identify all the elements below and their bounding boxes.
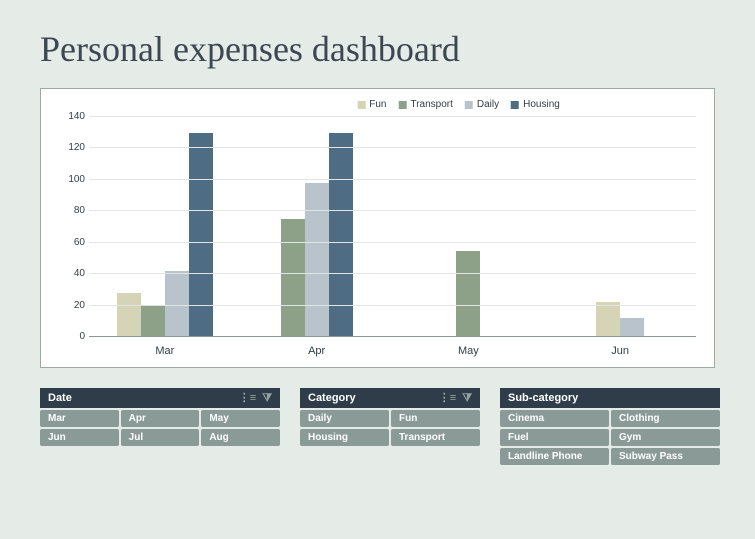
y-gridline: 120 <box>89 147 696 148</box>
y-tick-label: 120 <box>59 142 85 153</box>
subcategory-slicer-title: Sub-category <box>508 392 578 404</box>
category-slicer: Category ⋮≡ ⧩ DailyFunHousingTransport <box>300 388 480 465</box>
legend-swatch <box>357 101 365 109</box>
y-gridline: 80 <box>89 210 696 211</box>
expenses-chart: Fun Transport Daily Housing 0 20 40 60 80 100 120… <box>40 88 715 368</box>
y-gridline: 100 <box>89 179 696 180</box>
subcategory-chip[interactable]: Landline Phone <box>500 448 609 465</box>
category-chip[interactable]: Transport <box>391 429 480 446</box>
y-gridline: 60 <box>89 242 696 243</box>
page-title: Personal expenses dashboard <box>40 28 715 70</box>
category-slicer-title: Category <box>308 392 356 404</box>
legend-label: Transport <box>410 99 452 110</box>
y-tick-label: 140 <box>59 111 85 122</box>
subcategory-chip[interactable]: Subway Pass <box>611 448 720 465</box>
category-chip[interactable]: Fun <box>391 410 480 427</box>
date-slicer-header: Date ⋮≡ ⧩ <box>40 388 280 408</box>
x-tick-label: Apr <box>241 345 393 357</box>
date-chip[interactable]: May <box>201 410 280 427</box>
subcategory-chip[interactable]: Fuel <box>500 429 609 446</box>
subcategory-chip[interactable]: Clothing <box>611 410 720 427</box>
subcategory-chip[interactable]: Gym <box>611 429 720 446</box>
legend-entry[interactable]: Fun <box>357 99 386 110</box>
date-chip[interactable]: Mar <box>40 410 119 427</box>
x-tick-label: May <box>393 345 545 357</box>
bar[interactable] <box>329 133 353 337</box>
multiselect-icon[interactable]: ⋮≡ <box>239 393 256 404</box>
bar[interactable] <box>189 133 213 337</box>
bar[interactable] <box>281 219 305 337</box>
y-gridline: 0 <box>89 336 696 337</box>
legend-label: Daily <box>477 99 499 110</box>
x-tick-label: Jun <box>544 345 696 357</box>
y-tick-label: 40 <box>59 268 85 279</box>
date-chip[interactable]: Jul <box>121 429 200 446</box>
subcategory-chip[interactable]: Cinema <box>500 410 609 427</box>
legend-swatch <box>511 101 519 109</box>
bar[interactable] <box>141 306 165 337</box>
date-chip[interactable]: Aug <box>201 429 280 446</box>
legend-label: Fun <box>369 99 386 110</box>
date-slicer-title: Date <box>48 392 72 404</box>
category-chip[interactable]: Daily <box>300 410 389 427</box>
y-tick-label: 20 <box>59 300 85 311</box>
y-tick-label: 80 <box>59 205 85 216</box>
y-gridline: 40 <box>89 273 696 274</box>
y-gridline: 140 <box>89 116 696 117</box>
date-slicer: Date ⋮≡ ⧩ MarAprMay JunJulAug <box>40 388 280 465</box>
chart-legend: Fun Transport Daily Housing <box>357 99 560 110</box>
clear-filter-icon[interactable]: ⧩ <box>262 393 272 404</box>
y-tick-label: 100 <box>59 174 85 185</box>
legend-swatch <box>398 101 406 109</box>
y-gridline: 20 <box>89 305 696 306</box>
clear-filter-icon[interactable]: ⧩ <box>462 393 472 404</box>
date-chip[interactable]: Jun <box>40 429 119 446</box>
legend-label: Housing <box>523 99 560 110</box>
x-tick-label: Mar <box>89 345 241 357</box>
legend-swatch <box>465 101 473 109</box>
y-tick-label: 0 <box>59 331 85 342</box>
date-chip[interactable]: Apr <box>121 410 200 427</box>
bar[interactable] <box>456 251 480 337</box>
y-tick-label: 60 <box>59 237 85 248</box>
bar[interactable] <box>596 302 620 337</box>
category-chip[interactable]: Housing <box>300 429 389 446</box>
subcategory-slicer: Sub-category CinemaClothingFuelGymLandli… <box>500 388 720 465</box>
subcategory-slicer-header: Sub-category <box>500 388 720 408</box>
bar[interactable] <box>305 183 329 337</box>
legend-entry[interactable]: Transport <box>398 99 452 110</box>
multiselect-icon[interactable]: ⋮≡ <box>439 393 456 404</box>
bar[interactable] <box>620 318 644 337</box>
category-slicer-header: Category ⋮≡ ⧩ <box>300 388 480 408</box>
legend-entry[interactable]: Daily <box>465 99 499 110</box>
bar[interactable] <box>117 293 141 337</box>
legend-entry[interactable]: Housing <box>511 99 560 110</box>
